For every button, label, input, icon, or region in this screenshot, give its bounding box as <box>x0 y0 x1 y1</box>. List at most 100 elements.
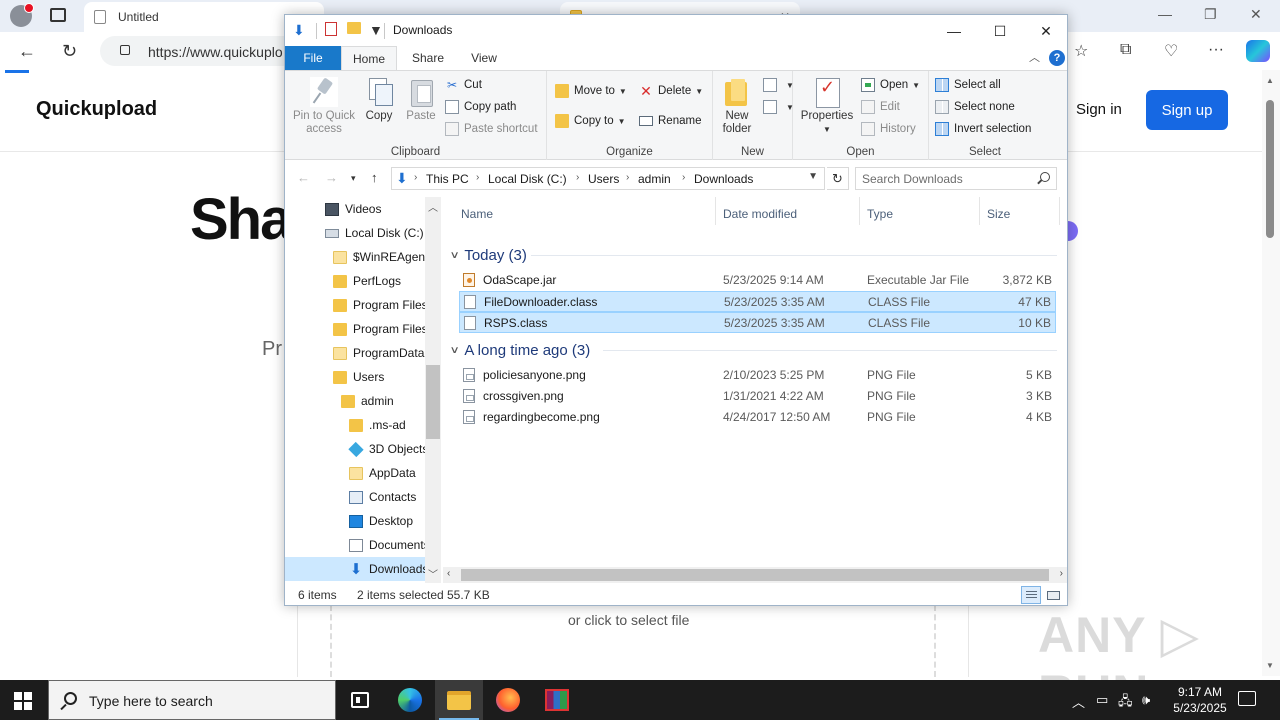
large-icons-view-button[interactable] <box>1043 586 1063 604</box>
more-menu-icon[interactable]: ··· <box>1208 41 1224 59</box>
edit-button[interactable]: Edit <box>861 97 900 117</box>
chevron-right-icon[interactable]: › <box>626 172 629 183</box>
tree-item-ms-ad[interactable]: .ms-ad <box>285 413 425 437</box>
invert-selection-button[interactable]: Invert selection <box>935 119 1031 139</box>
minimize-icon[interactable]: — <box>931 19 977 43</box>
column-divider[interactable] <box>715 197 716 225</box>
firefox-taskbar-button[interactable] <box>484 680 532 720</box>
chevron-right-icon[interactable]: › <box>682 172 685 183</box>
copy-path-button[interactable]: Copy path <box>445 97 516 117</box>
search-icon[interactable] <box>1040 172 1050 182</box>
column-header-size[interactable]: Size <box>987 203 1010 225</box>
new-item-button[interactable]: ▼ <box>763 75 794 95</box>
help-icon[interactable]: ? <box>1049 50 1065 66</box>
column-header-date[interactable]: Date modified <box>723 203 797 225</box>
column-divider[interactable] <box>859 197 860 225</box>
tree-item-winreagent[interactable]: $WinREAgent <box>285 245 428 269</box>
search-box[interactable] <box>855 167 1057 190</box>
properties-button[interactable]: Properties ▼ <box>799 77 855 136</box>
scroll-left-icon[interactable]: ‹ <box>447 568 450 579</box>
sign-up-button[interactable]: Sign up <box>1146 90 1228 130</box>
select-none-button[interactable]: Select none <box>935 97 1015 117</box>
scroll-down-icon[interactable]: ﹀ <box>428 566 438 581</box>
task-view-button[interactable] <box>336 680 384 720</box>
tree-item-contacts[interactable]: Contacts <box>285 485 425 509</box>
taskbar-search[interactable]: Type here to search <box>48 680 336 720</box>
system-clock[interactable]: 9:17 AM 5/23/2025 <box>1160 684 1240 716</box>
tree-item-downloads[interactable]: ⬇ Downloads <box>285 557 428 581</box>
tree-item-3d-objects[interactable]: 3D Objects <box>285 437 428 461</box>
tree-item-videos[interactable]: Videos <box>285 197 425 221</box>
device-icon[interactable]: ▭ <box>1096 692 1108 708</box>
paste-shortcut-button[interactable]: Paste shortcut <box>445 119 538 139</box>
tree-item-appdata[interactable]: AppData <box>285 461 425 485</box>
crumb-downloads[interactable]: Downloads <box>694 172 753 186</box>
minimize-icon[interactable]: — <box>1158 6 1172 22</box>
tree-item-program-files[interactable]: Program Files <box>285 293 428 317</box>
crumb-this-pc[interactable]: This PC <box>426 172 469 186</box>
up-folder-icon[interactable]: ↑ <box>371 170 378 185</box>
rename-button[interactable]: Rename <box>639 111 701 131</box>
details-view-button[interactable] <box>1021 586 1041 604</box>
scroll-right-icon[interactable]: › <box>1060 568 1063 579</box>
file-explorer-taskbar-button[interactable] <box>435 680 483 720</box>
address-bar[interactable]: https://www.quickuplo <box>100 36 300 66</box>
scrollbar-thumb[interactable] <box>1266 100 1274 238</box>
windows-start-icon[interactable] <box>14 692 32 710</box>
horizontal-scrollbar[interactable]: ‹ › <box>443 567 1067 583</box>
profile-avatar[interactable] <box>10 3 34 27</box>
crumb-users[interactable]: Users <box>588 172 619 186</box>
select-all-button[interactable]: Select all <box>935 75 1001 95</box>
tab-actions-icon[interactable] <box>50 8 66 22</box>
tree-item-local-disk[interactable]: Local Disk (C:) <box>285 221 425 245</box>
drop-zone-text[interactable]: or click to select file <box>568 612 689 628</box>
file-row[interactable]: OdaScape.jar 5/23/2025 9:14 AM Executabl… <box>459 270 1056 291</box>
tab-view[interactable]: View <box>461 46 507 70</box>
refresh-icon[interactable]: ↻ <box>827 167 849 190</box>
forward-icon[interactable]: → <box>325 170 338 185</box>
new-folder-quick-icon[interactable] <box>347 22 361 34</box>
page-scrollbar[interactable]: ▲ ▼ <box>1262 70 1280 676</box>
extensions-icon[interactable]: ♡ <box>1164 41 1178 61</box>
file-row-selected[interactable]: FileDownloader.class 5/23/2025 3:35 AM C… <box>459 291 1056 312</box>
copy-button[interactable]: Copy <box>361 77 397 123</box>
scrollbar-thumb[interactable] <box>461 569 1049 581</box>
notifications-icon[interactable] <box>1238 691 1256 706</box>
tree-item-desktop[interactable]: Desktop <box>285 509 425 533</box>
close-icon[interactable]: ✕ <box>1023 19 1069 43</box>
column-header-type[interactable]: Type <box>867 203 893 225</box>
nav-pane-scrollbar[interactable]: ︿ ﹀ <box>425 197 441 583</box>
tab-home[interactable]: Home <box>341 46 397 70</box>
restore-icon[interactable]: ❐ <box>1204 6 1217 23</box>
sign-in-link[interactable]: Sign in <box>1076 101 1122 118</box>
customize-toolbar-icon[interactable]: ▼ <box>369 22 383 38</box>
network-icon[interactable]: 🖧 <box>1118 692 1133 714</box>
back-icon[interactable]: ← <box>297 170 310 185</box>
show-hidden-icons-icon[interactable]: ︿ <box>1072 692 1085 711</box>
scrollbar-thumb[interactable] <box>426 365 440 439</box>
tree-item-perflogs[interactable]: PerfLogs <box>285 269 425 293</box>
floating-widget[interactable] <box>1068 221 1078 241</box>
refresh-icon[interactable]: ↻ <box>62 41 77 62</box>
tree-item-admin[interactable]: admin <box>285 389 425 413</box>
winrar-taskbar-button[interactable] <box>533 680 581 720</box>
maximize-icon[interactable]: ☐ <box>977 19 1023 43</box>
column-header-name[interactable]: Name <box>461 203 493 225</box>
chevron-right-icon[interactable]: › <box>576 172 579 183</box>
cut-button[interactable]: ✂ Cut <box>445 75 482 95</box>
copilot-icon[interactable] <box>1246 40 1270 62</box>
back-icon[interactable]: ← <box>18 41 36 62</box>
collections-icon[interactable]: ⧉ <box>1120 41 1131 59</box>
group-header-long-ago[interactable]: ∨ A long time ago (3) <box>450 340 591 360</box>
file-row[interactable]: crossgiven.png 1/31/2021 4:22 AM PNG Fil… <box>459 386 1056 407</box>
collapse-ribbon-icon[interactable]: ︿ <box>1029 49 1040 65</box>
new-folder-button[interactable]: New folder <box>717 77 757 136</box>
chevron-right-icon[interactable]: › <box>414 172 417 183</box>
column-divider[interactable] <box>1059 197 1060 225</box>
address-dropdown-icon[interactable]: ▼ <box>808 171 818 182</box>
tree-item-users[interactable]: Users <box>285 365 425 389</box>
chevron-right-icon[interactable]: › <box>476 172 479 183</box>
open-button[interactable]: Open ▼ <box>861 75 920 95</box>
pin-to-quick-access-button[interactable]: Pin to Quick access <box>289 77 359 136</box>
edge-taskbar-button[interactable] <box>386 680 434 720</box>
